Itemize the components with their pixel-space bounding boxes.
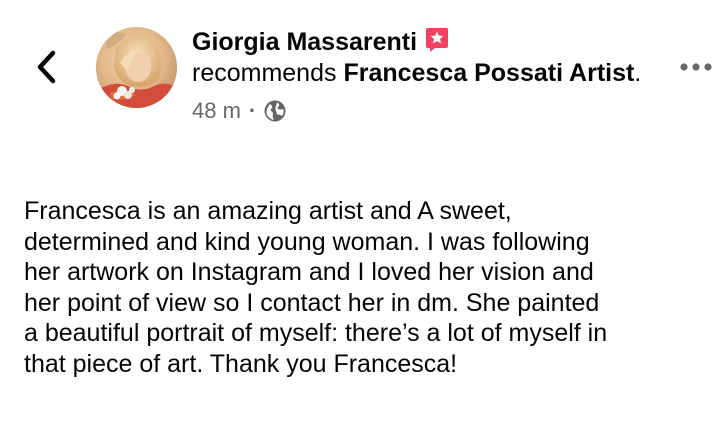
post-meta: 48 m · (192, 98, 642, 124)
back-button[interactable] (30, 48, 64, 86)
recommendation-post: Giorgia Massarenti recommends Francesca … (0, 0, 726, 446)
post-body-line: determined and kind young woman. I was f… (24, 227, 590, 256)
meta-separator: · (248, 98, 257, 123)
post-header: Giorgia Massarenti recommends Francesca … (192, 26, 642, 124)
action-verb: recommends (192, 59, 337, 87)
post-body-line: her artwork on Instagram and I loved her… (24, 258, 594, 286)
post-body-line: her point of view so I contact her in dm… (24, 288, 600, 317)
timestamp[interactable]: 48 m (192, 98, 241, 124)
globe-icon (263, 99, 287, 123)
post-body-line: a beautiful portrait of myself: there’s … (24, 319, 608, 347)
recommend-line: recommends Francesca Possati Artist. (192, 57, 642, 90)
recommendation-star-icon (423, 26, 451, 54)
more-options-button[interactable] (676, 57, 716, 77)
post-body-line: that piece of art. Thank you Francesca! (24, 349, 458, 378)
author-line: Giorgia Massarenti (192, 26, 642, 58)
author-name[interactable]: Giorgia Massarenti (192, 28, 417, 56)
avatar[interactable] (96, 27, 177, 108)
post-body: Francesca is an amazing artist and A swe… (24, 196, 714, 379)
post-body-line: Francesca is an amazing artist and A swe… (24, 197, 512, 225)
profile-photo (96, 27, 177, 108)
recommended-page-link[interactable]: Francesca Possati Artist (343, 59, 634, 87)
more-horizontal-icon (680, 63, 712, 71)
chevron-left-icon (37, 50, 56, 84)
page-suffix: . (634, 59, 642, 87)
